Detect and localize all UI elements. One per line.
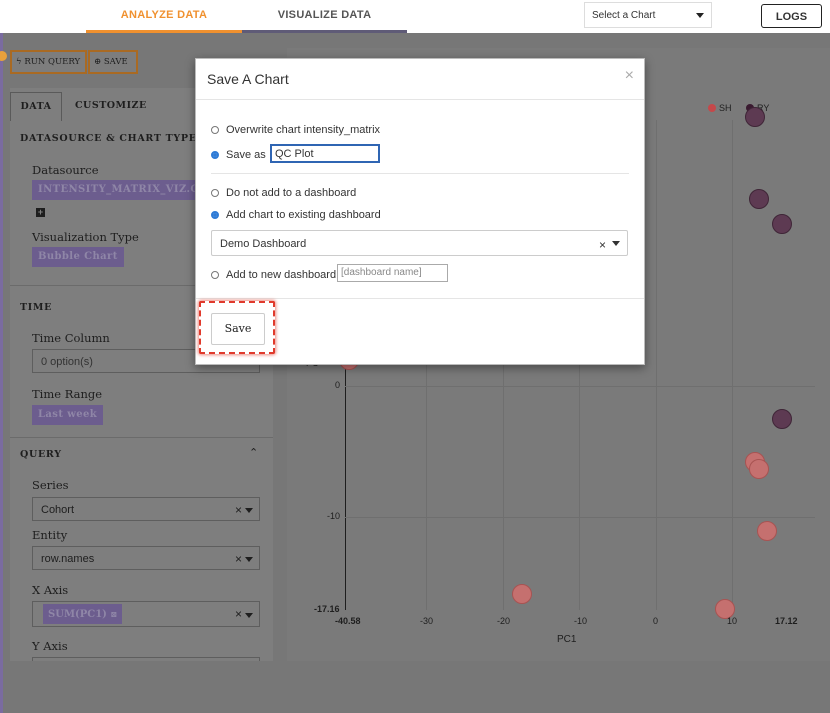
modal-footer-divider (196, 298, 644, 299)
y-tick-label: 0 (335, 380, 341, 390)
entity-value: row.names (41, 553, 95, 565)
x-tick-label: 0 (653, 616, 659, 626)
x-axis-label: X Axis (32, 583, 69, 597)
x-tick-label: -40.58 (335, 616, 361, 626)
caret-down-icon (696, 13, 704, 18)
section-time: TIME (20, 302, 53, 313)
y-tick-label: -10 (327, 511, 341, 521)
x-axis-title: PC1 (557, 634, 577, 645)
x-axis-select[interactable]: SUM(PC1) ⊠ × (32, 601, 260, 627)
tab-customize[interactable]: CUSTOMIZE (75, 92, 147, 120)
add-datasource-icon[interactable]: + (36, 208, 45, 217)
save-as-label: Save as (226, 149, 266, 161)
existing-dashboard-radio[interactable] (211, 211, 219, 219)
no-dashboard-label: Do not add to a dashboard (226, 187, 357, 199)
dashboard-select[interactable]: Demo Dashboard × (211, 230, 628, 256)
datasource-label: Datasource (32, 163, 99, 177)
caret-down-icon (245, 508, 253, 513)
chart-select[interactable]: Select a Chart (584, 2, 712, 28)
save-button-highlight (199, 301, 275, 354)
x-tick-label: -10 (574, 616, 588, 626)
series-value: Cohort (41, 504, 75, 516)
legend-item-sh[interactable]: SH (708, 103, 732, 113)
y-gridline (345, 386, 815, 387)
clear-icon[interactable]: × (235, 602, 242, 626)
viz-type-pill[interactable]: Bubble Chart (32, 247, 124, 267)
bubble-sh[interactable] (749, 458, 770, 479)
time-column-label: Time Column (32, 331, 110, 345)
run-query-button[interactable]: ϟ RUN QUERY (10, 50, 87, 74)
x-tick-label: 10 (727, 616, 738, 626)
clear-icon[interactable]: × (235, 498, 242, 522)
series-label: Series (32, 478, 69, 492)
entity-label: Entity (32, 528, 68, 542)
save-top-label: SAVE (103, 57, 128, 67)
clear-icon[interactable]: × (235, 547, 242, 571)
x-axis-metric-label: SUM(PC1) (48, 609, 107, 620)
y-axis-label: Y Axis (32, 639, 68, 653)
new-dashboard-input[interactable]: [dashboard name] (337, 264, 448, 282)
save-as-input[interactable] (270, 144, 380, 163)
time-range-pill[interactable]: Last week (32, 405, 104, 425)
caret-down-icon (245, 613, 253, 618)
overwrite-radio[interactable] (211, 126, 219, 134)
plus-circle-icon: ⊕ (94, 57, 102, 67)
left-edge-strip (0, 33, 3, 713)
chevron-up-icon[interactable]: ⌃ (249, 446, 258, 459)
series-select[interactable]: Cohort × (32, 497, 260, 521)
close-icon[interactable]: × (625, 67, 634, 85)
save-as-radio[interactable] (211, 151, 219, 159)
bolt-icon: ϟ (16, 57, 22, 67)
entity-select[interactable]: row.names × (32, 546, 260, 570)
no-dashboard-radio[interactable] (211, 189, 219, 197)
caret-down-icon (245, 557, 253, 562)
run-query-label: RUN QUERY (24, 57, 81, 67)
chart-select-value: Select a Chart (592, 10, 656, 21)
section-divider (211, 173, 629, 174)
tab-analyze-data[interactable]: ANALYZE DATA (86, 0, 242, 33)
x-tick-label: 17.12 (775, 616, 798, 626)
y-axis-select[interactable] (32, 657, 260, 661)
caret-down-icon (612, 241, 620, 246)
new-dashboard-label: Add to new dashboard (226, 269, 337, 281)
tab-data[interactable]: DATA (10, 92, 62, 121)
y-gridline (345, 517, 815, 518)
modal-title: Save A Chart (207, 71, 289, 87)
x-gridline (732, 120, 733, 610)
existing-dashboard-label: Add chart to existing dashboard (226, 209, 381, 221)
legend-label-sh: SH (719, 103, 732, 113)
time-range-label: Time Range (32, 387, 103, 401)
legend-dot-sh (708, 104, 716, 112)
viz-type-label: Visualization Type (32, 230, 139, 244)
dashboard-select-value: Demo Dashboard (220, 238, 307, 250)
save-top-button[interactable]: ⊕ SAVE (88, 50, 138, 74)
x-tick-label: -30 (420, 616, 434, 626)
bubble-ry[interactable] (772, 408, 793, 429)
x-gridline (656, 120, 657, 610)
top-nav-bar: ANALYZE DATA VISUALIZE DATA Select a Cha… (0, 0, 830, 33)
modal-header-divider (196, 99, 644, 100)
metric-clear-icon[interactable]: ⊠ (110, 609, 117, 619)
tab-visualize-data[interactable]: VISUALIZE DATA (242, 0, 407, 33)
overwrite-label: Overwrite chart intensity_matrix (226, 124, 381, 136)
bubble-ry[interactable] (772, 213, 793, 234)
y-tick-label: -17.16 (314, 604, 340, 614)
section-query: QUERY (20, 449, 62, 460)
divider (10, 437, 273, 438)
x-axis-metric-pill[interactable]: SUM(PC1) ⊠ (43, 604, 123, 624)
clear-icon[interactable]: × (599, 232, 606, 258)
new-dashboard-radio[interactable] (211, 271, 219, 279)
x-tick-label: -20 (497, 616, 511, 626)
bubble-sh[interactable] (511, 584, 532, 605)
time-column-placeholder: 0 option(s) (41, 356, 93, 368)
logs-button[interactable]: LOGS (761, 4, 822, 28)
bubble-ry[interactable] (749, 188, 770, 209)
section-datasource: DATASOURCE & CHART TYPE (20, 133, 197, 144)
